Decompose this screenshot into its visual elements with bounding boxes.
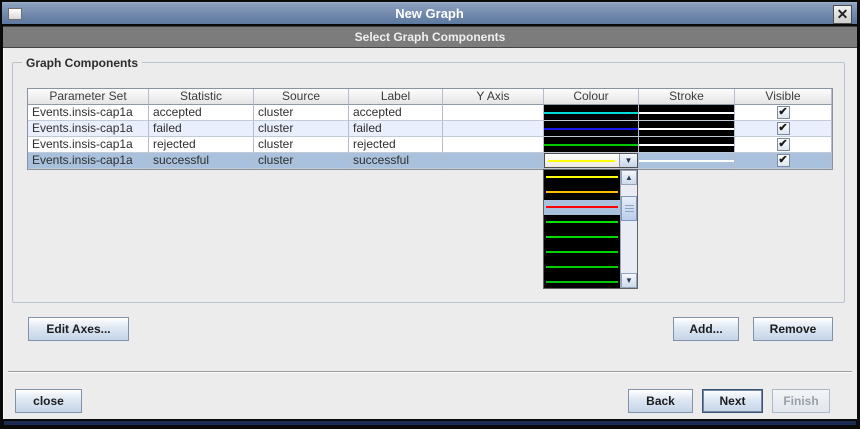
cell-visible: ✔ [735,121,832,137]
col-header-visible[interactable]: Visible [735,89,832,105]
finish-button[interactable]: Finish [772,389,830,413]
colour-line [546,221,618,223]
scroll-up-icon: ▲ [625,173,633,182]
cell-colour[interactable] [544,137,639,153]
button-bar-separator [8,371,852,373]
window-frame-accent [4,421,856,425]
cell-label[interactable]: successful [349,153,443,169]
colour-line [546,176,618,178]
cell-label[interactable]: rejected [349,137,443,153]
cell-label[interactable]: failed [349,121,443,137]
cell-statistic[interactable]: rejected [149,137,254,153]
colour-combobox-button[interactable]: ▼ [619,154,637,167]
cell-stroke[interactable] [639,121,735,137]
cell-parameter-set[interactable]: Events.insis-cap1a [28,105,149,121]
close-window-button[interactable]: ✕ [833,5,852,24]
col-header-stroke[interactable]: Stroke [639,89,735,105]
colour-line [544,112,638,114]
scroll-up-button[interactable]: ▲ [621,170,637,185]
cell-y-axis[interactable] [443,137,544,153]
cell-visible: ✔ [735,105,832,121]
cell-stroke[interactable] [639,153,735,169]
col-header-y-axis[interactable]: Y Axis [443,89,544,105]
cell-visible: ✔ [735,137,832,153]
stroke-line [639,128,734,130]
scroll-down-icon: ▼ [625,276,633,285]
stroke-line [639,160,734,162]
edit-axes-button[interactable]: Edit Axes... [28,317,129,341]
stroke-line [639,112,734,114]
wizard-step-header: Select Graph Components [3,26,857,48]
visible-checkbox[interactable]: ✔ [776,122,790,135]
scrollbar-thumb[interactable] [621,196,637,221]
title-bar: New Graph ✕ [2,2,857,24]
cell-label[interactable]: accepted [349,105,443,121]
cell-y-axis[interactable] [443,121,544,137]
colour-line [548,160,615,162]
components-table: Parameter Set Statistic Source Label Y A… [27,88,833,170]
colour-combobox[interactable]: ▼ [544,153,638,168]
col-header-statistic[interactable]: Statistic [149,89,254,105]
remove-button[interactable]: Remove [753,317,833,341]
cell-colour[interactable] [544,105,639,121]
cell-parameter-set[interactable]: Events.insis-cap1a [28,121,149,137]
groupbox-title: Graph Components [22,56,143,70]
stroke-line [639,144,734,146]
col-header-parameter-set[interactable]: Parameter Set [28,89,149,105]
cell-source[interactable]: cluster [254,121,349,137]
colour-line [546,206,618,208]
colour-line [546,281,618,283]
cell-y-axis[interactable] [443,153,544,169]
close-icon: ✕ [836,6,849,22]
back-button[interactable]: Back [628,389,693,413]
check-icon: ✔ [778,138,788,150]
check-icon: ✔ [778,106,788,118]
colour-line [544,128,638,130]
check-icon: ✔ [778,122,788,134]
thumb-grip-icon [625,205,634,213]
colour-line [544,144,638,146]
add-button[interactable]: Add... [673,317,739,341]
dropdown-scrollbar[interactable]: ▲ ▼ [620,170,637,288]
cell-source[interactable]: cluster [254,105,349,121]
new-graph-dialog: New Graph ✕ Select Graph Components Grap… [0,0,860,429]
cell-parameter-set[interactable]: Events.insis-cap1a [28,137,149,153]
chevron-down-icon: ▼ [624,156,633,165]
visible-checkbox[interactable]: ✔ [776,138,790,151]
scroll-down-button[interactable]: ▼ [621,273,637,288]
close-button[interactable]: close [15,389,82,413]
colour-line [546,251,618,253]
col-header-source[interactable]: Source [254,89,349,105]
cell-visible: ✔ [735,153,832,169]
colour-line [546,266,618,268]
window-title: New Graph [395,6,464,21]
next-button[interactable]: Next [702,389,763,413]
visible-checkbox[interactable]: ✔ [776,106,790,119]
cell-statistic[interactable]: failed [149,121,254,137]
cell-statistic[interactable]: successful [149,153,254,169]
visible-checkbox[interactable]: ✔ [776,154,790,167]
colour-line [546,236,618,238]
window-menu-icon[interactable] [8,8,22,20]
cell-colour[interactable] [544,121,639,137]
cell-stroke[interactable] [639,105,735,121]
cell-parameter-set[interactable]: Events.insis-cap1a [28,153,149,169]
col-header-label[interactable]: Label [349,89,443,105]
colour-dropdown-popup: ▲ ▼ [543,169,638,289]
cell-y-axis[interactable] [443,105,544,121]
col-header-colour[interactable]: Colour [544,89,639,105]
cell-colour-editor: ▼ [544,153,639,169]
cell-statistic[interactable]: accepted [149,105,254,121]
cell-stroke[interactable] [639,137,735,153]
cell-source[interactable]: cluster [254,153,349,169]
colour-line [546,191,618,193]
cell-source[interactable]: cluster [254,137,349,153]
check-icon: ✔ [778,154,788,166]
